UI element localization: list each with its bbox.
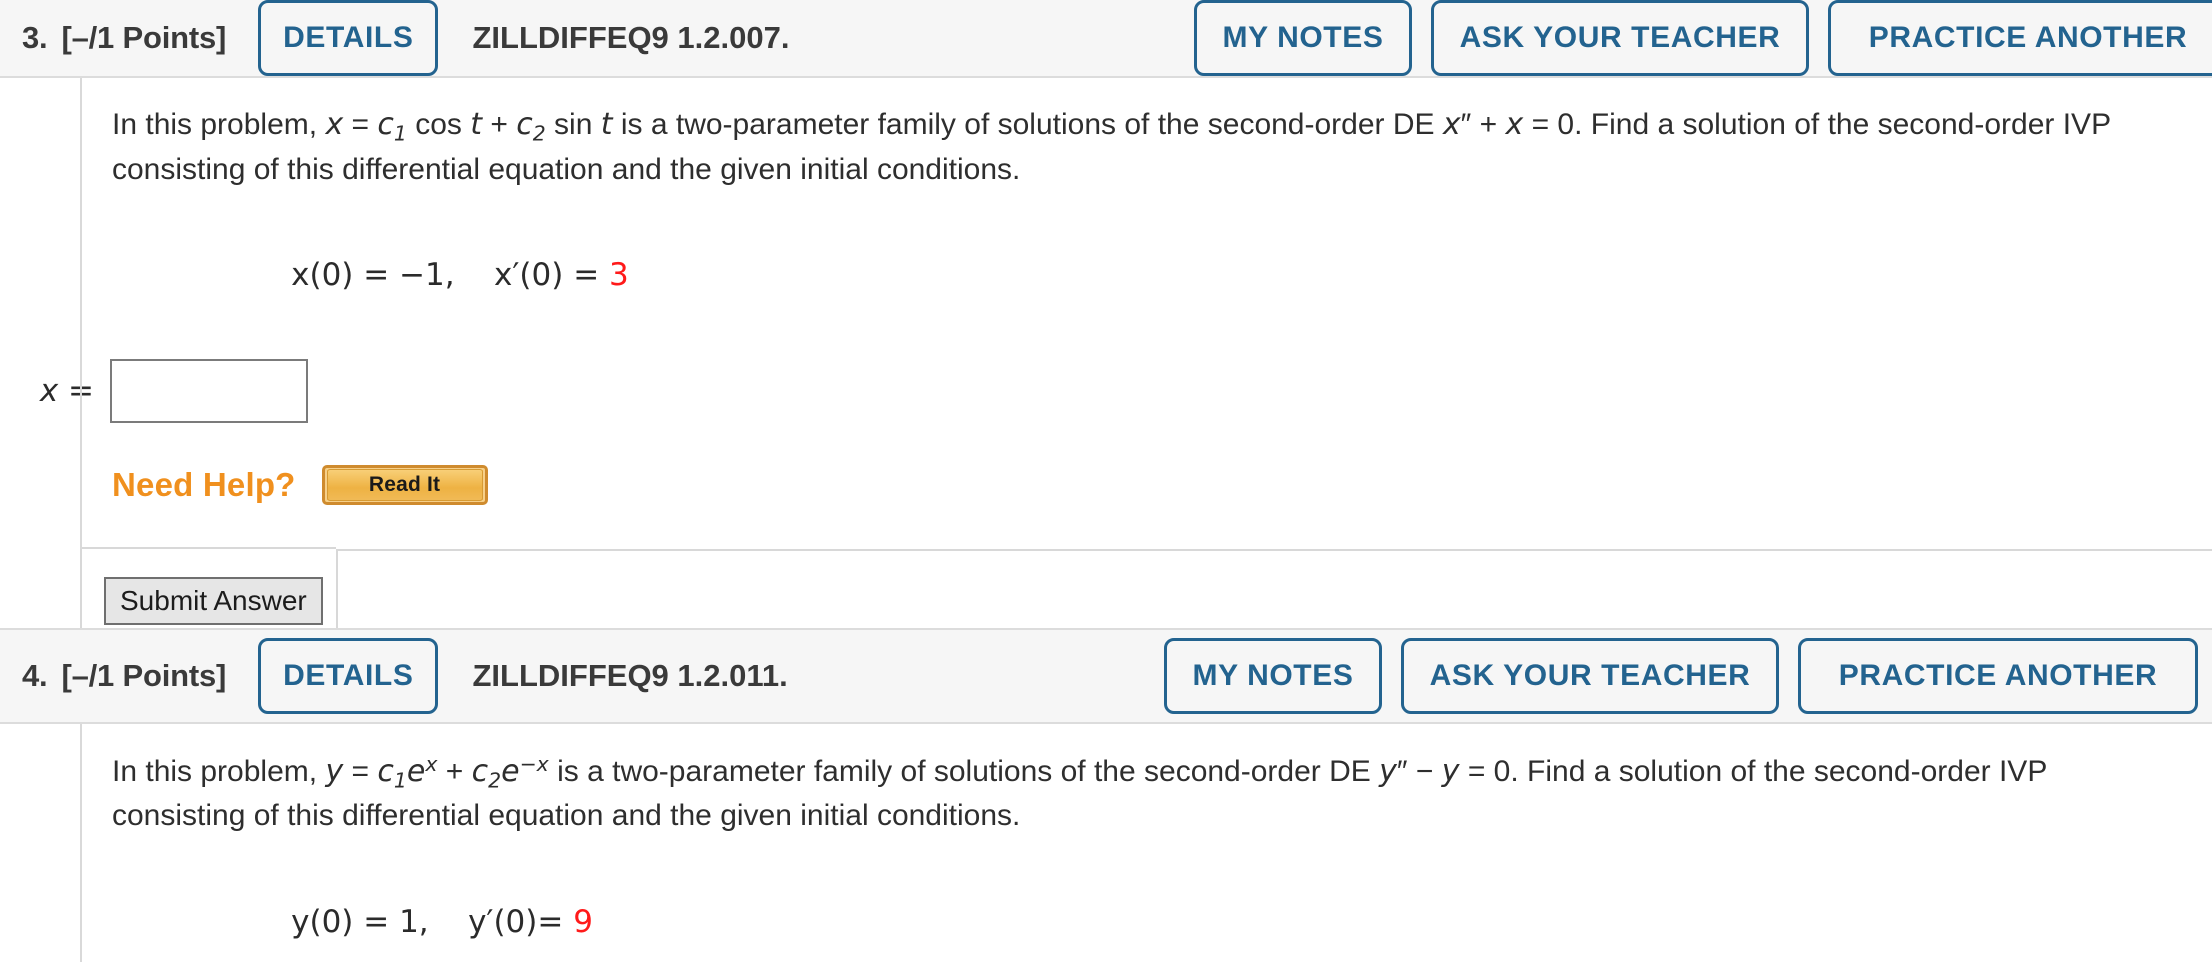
answer-label-3: x = [39, 373, 94, 410]
ic-first-4: y(0) = 1, [291, 904, 429, 941]
prompt-c-sub1-4: 1 [393, 768, 407, 793]
need-help-row-3: Need Help? Read It [80, 423, 2212, 506]
prompt-t1-3: t [470, 107, 483, 142]
prompt-de-var2-3: x [1505, 107, 1524, 142]
answer-input-3[interactable] [110, 359, 308, 424]
ask-your-teacher-button-3[interactable]: ASK YOUR TEACHER [1431, 0, 1809, 76]
question-points-3: [–/1 Points] [61, 20, 227, 55]
prompt-c-sub1-3: 1 [393, 121, 407, 146]
prompt-cos-3: cos [406, 108, 471, 141]
details-button-3[interactable]: DETAILS [258, 0, 439, 76]
question-rail-3 [80, 78, 82, 578]
ic-second-prefix-4: y′(0)= [468, 904, 574, 941]
practice-another-button-3[interactable]: PRACTICE ANOTHER [1828, 0, 2212, 76]
question-number-3: 3. [22, 20, 48, 55]
prompt-text-b-3: is a two-parameter family of solutions o… [612, 108, 1443, 141]
prompt-de-primes-4: ″ [1396, 754, 1408, 788]
prompt-plus-4: + [437, 754, 472, 788]
question-body-3: In this problem, x = c1 cos t + c2 sin t… [0, 78, 2212, 658]
prompt-text-b-4: is a two-parameter family of solutions o… [548, 754, 1380, 788]
initial-conditions-3: x(0) = −1, x′(0) = 3 [80, 191, 2212, 329]
prompt-var-x-3: x [325, 107, 344, 142]
question-prompt-3: In this problem, x = c1 cos t + c2 sin t… [80, 78, 2212, 191]
question-code-3: ZILLDIFFEQ9 1.2.007. [472, 20, 790, 55]
ic-second-value-4: 9 [573, 904, 593, 941]
read-it-button-3[interactable]: Read It [321, 465, 488, 506]
prompt-e2-4: e [501, 753, 520, 789]
question-header-4: 4. [–/1 Points] DETAILS ZILLDIFFEQ9 1.2.… [0, 628, 2212, 724]
prompt-de-primes-3: ″ [1460, 108, 1472, 141]
prompt-c-sub2-3: 2 [532, 121, 546, 146]
prompt-c-4: c [377, 753, 394, 789]
ic-first-3: x(0) = −1, [291, 257, 455, 294]
prompt-c-3: c [377, 107, 394, 142]
question-code-4: ZILLDIFFEQ9 1.2.011. [472, 658, 788, 693]
question-number-4: 4. [22, 658, 48, 693]
prompt-e2-sup-4: −x [519, 752, 549, 776]
prompt-var-y-4: y [325, 753, 344, 789]
prompt-text-a-4: In this problem, [112, 754, 326, 788]
ic-second-value-3: 3 [609, 257, 629, 294]
need-help-label-3: Need Help? [112, 466, 296, 504]
prompt-c2-3: c [516, 107, 533, 142]
prompt-de-var2-4: y [1441, 753, 1460, 789]
prompt-de-var-3: x [1442, 107, 1461, 142]
prompt-de-op-4: − [1407, 754, 1442, 788]
prompt-c2-4: c [471, 753, 489, 789]
question-body-4: In this problem, y = c1ex + c2e−x is a t… [0, 724, 2212, 962]
my-notes-button-3[interactable]: MY NOTES [1194, 0, 1412, 76]
prompt-t2-3: t [600, 107, 613, 142]
ic-second-prefix-3: x′(0) = [494, 257, 610, 294]
my-notes-button-4[interactable]: MY NOTES [1164, 638, 1382, 714]
initial-conditions-4: y(0) = 1, y′(0)= 9 [80, 838, 2212, 962]
question-header-actions-4: MY NOTES ASK YOUR TEACHER PRACTICE ANOTH… [1164, 638, 2212, 714]
question-prompt-4: In this problem, y = c1ex + c2e−x is a t… [80, 724, 2212, 838]
submit-divider-right-3 [338, 549, 2212, 552]
prompt-e1-4: e [406, 753, 426, 789]
question-header-3: 3. [–/1 Points] DETAILS ZILLDIFFEQ9 1.2.… [0, 0, 2212, 78]
prompt-eq-4: = [343, 754, 378, 788]
submit-answer-button-3[interactable]: Submit Answer [104, 577, 323, 626]
practice-another-button-4[interactable]: PRACTICE ANOTHER [1798, 638, 2198, 714]
prompt-text-a-3: In this problem, [112, 108, 326, 141]
question-rail-4 [80, 724, 82, 962]
prompt-de-op-3: + [1471, 108, 1506, 141]
ask-your-teacher-button-4[interactable]: ASK YOUR TEACHER [1401, 638, 1779, 714]
question-header-actions-3: MY NOTES ASK YOUR TEACHER PRACTICE ANOTH… [1194, 0, 2212, 76]
prompt-eq-3: = [343, 108, 378, 141]
prompt-c-sub2-4: 2 [488, 768, 502, 793]
question-points-4: [–/1 Points] [61, 658, 227, 693]
prompt-de-var-4: y [1379, 753, 1397, 789]
assignment-page: 3. [–/1 Points] DETAILS ZILLDIFFEQ9 1.2.… [0, 0, 2212, 962]
prompt-e1-sup-4: x [425, 752, 438, 776]
submit-divider-left-3 [82, 547, 336, 550]
read-it-label-3: Read It [326, 469, 483, 502]
prompt-plus-3: + [482, 108, 517, 141]
details-button-4[interactable]: DETAILS [258, 638, 439, 714]
answer-row-3: x = [32, 329, 2212, 424]
prompt-sin-3: sin [545, 108, 601, 141]
